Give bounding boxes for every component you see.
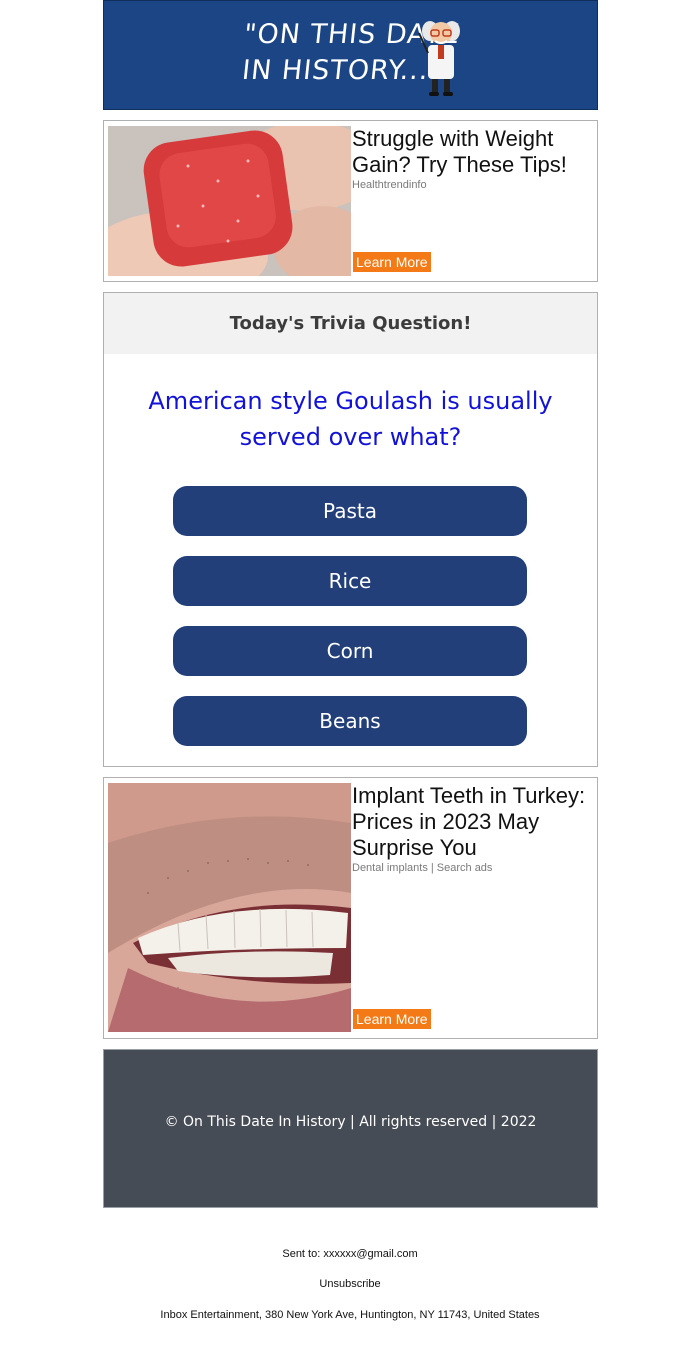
trivia-heading: Today's Trivia Question! — [104, 293, 597, 354]
answer-button-pasta[interactable]: Pasta — [173, 486, 527, 536]
mailing-address: Inbox Entertainment, 380 New York Ave, H… — [160, 1309, 540, 1321]
ad-text-block: Struggle with Weight Gain? Try These Tip… — [352, 126, 591, 191]
sent-to-text: Sent to: xxxxxx@gmail.com — [282, 1248, 418, 1260]
answer-button-beans[interactable]: Beans — [173, 696, 527, 746]
banner-logo-text: "ON THIS DATE IN HISTORY..." — [238, 17, 462, 89]
ad-source: Dental implants | Search ads — [352, 862, 493, 874]
ad-image-gummy-candy[interactable] — [108, 126, 351, 276]
learn-more-button[interactable]: Learn More — [353, 252, 431, 272]
learn-more-button[interactable]: Learn More — [353, 1009, 431, 1029]
professor-mascot-icon — [418, 21, 460, 96]
ad-card-2[interactable]: Implant Teeth in Turkey: Prices in 2023 … — [103, 777, 598, 1039]
trivia-card: Today's Trivia Question! American style … — [103, 292, 598, 767]
ad-card-1[interactable]: Struggle with Weight Gain? Try These Tip… — [103, 120, 598, 282]
unsubscribe-link[interactable]: Unsubscribe — [0, 1278, 700, 1290]
answer-button-corn[interactable]: Corn — [173, 626, 527, 676]
banner-title-line2: IN HISTORY..." — [240, 55, 444, 86]
ad-headline[interactable]: Struggle with Weight Gain? Try These Tip… — [352, 126, 591, 178]
ad-source: Healthtrendinfo — [352, 179, 427, 191]
ad-headline[interactable]: Implant Teeth in Turkey: Prices in 2023 … — [352, 783, 591, 861]
header-banner[interactable]: "ON THIS DATE IN HISTORY..." — [103, 0, 598, 110]
trivia-question: American style Goulash is usually served… — [148, 387, 553, 451]
footer-copyright: © On This Date In History | All rights r… — [103, 1049, 598, 1208]
answer-button-rice[interactable]: Rice — [173, 556, 527, 606]
ad-image-smile-teeth[interactable] — [108, 783, 351, 1032]
ad-text-block: Implant Teeth in Turkey: Prices in 2023 … — [352, 783, 591, 874]
